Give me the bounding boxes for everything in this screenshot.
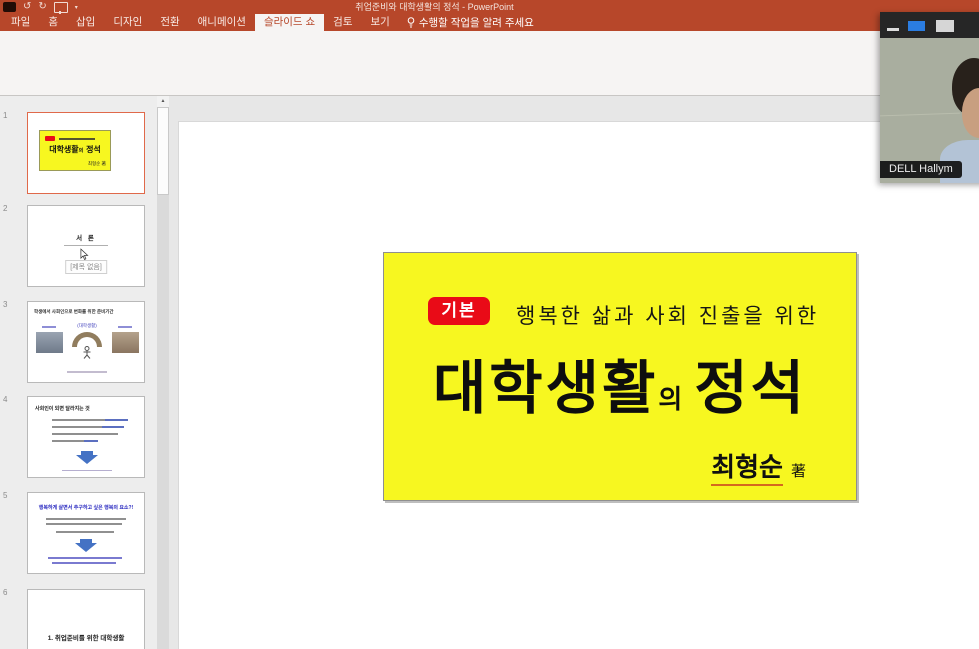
slide-thumbnail-6[interactable]: 1. 취업준비를 위한 대학생활 [27,589,145,649]
slide-title-particle: 의 [658,385,682,415]
slide-title-main: 대학생활 [433,354,658,422]
tell-me-box[interactable]: 수행할 작업을 알려 주세요 [399,14,542,31]
thumb1-title: 대학생활의 정석 [40,144,110,155]
tab-animations[interactable]: 애니메이션 [189,14,255,31]
thumb6-title: 1. 취업준비를 위한 대학생활 [28,632,144,642]
thumb5-blue-text-bar [48,557,122,559]
slide-author: 최형순 著 [711,447,806,484]
author-suffix: 著 [791,462,806,480]
basic-badge: 기본 [428,297,490,325]
slide-number: 5 [3,491,7,500]
tell-me-label: 수행할 작업을 알려 주세요 [419,15,534,30]
thumbnail-scrollbar[interactable]: ▲ [157,95,169,649]
slide-subtitle: 행복한 삶과 사회 진출을 위한 [516,300,819,330]
slide-number: 2 [3,204,7,213]
slide-number: 3 [3,300,7,309]
thumb3-left-label-bar [42,326,56,328]
thumb4-text-bar [52,419,128,421]
slide-thumbnail-5[interactable]: 행복하게 살면서 추구하고 싶은 행복의 요소?! [27,492,145,574]
tab-slideshow[interactable]: 슬라이드 쇼 [255,14,324,31]
thumb4-title: 사회인이 되면 달라지는 것 [35,405,90,412]
thumb4-caption-bar [62,470,112,472]
participant-name-label: DELL Hallym [880,161,962,178]
thumb1-yellow-box: 대학생활의 정석 최형순 著 [39,130,111,171]
thumb4-text-bar [52,433,118,435]
tab-design[interactable]: 디자인 [104,14,151,31]
wall-line [880,113,960,117]
thumb5-title: 행복하게 살면서 추구하고 싶은 행복의 요소?! [28,504,144,511]
thumb3-caption-bar [67,371,107,373]
thumb4-down-arrow [76,455,98,464]
tab-home[interactable]: 홈 [39,14,67,31]
author-name: 최형순 [711,453,783,486]
webcam-video-feed: DELL Hallym [880,38,979,183]
thumb3-photo-left [36,332,63,353]
tab-transitions[interactable]: 전환 [151,14,188,31]
thumb5-text-bar [46,523,122,525]
tab-file[interactable]: 파일 [2,14,39,31]
thumb3-photo-right [112,332,139,353]
thumb3-arch-graphic [72,332,102,347]
slide-number: 4 [3,395,7,404]
thumb5-text-bar [46,518,126,520]
thumb1-author: 최형순 著 [88,161,106,167]
slide-number: 1 [3,111,7,120]
thumb5-text-bar [56,531,114,533]
tab-review[interactable]: 검토 [324,14,361,31]
thumb5-down-arrow [75,543,97,552]
webcam-maximize-icon[interactable] [936,20,954,32]
window-title: 취업준비와 대학생활의 정석 - PowerPoint [0,0,869,14]
thumb5-blue-text-bar [52,562,116,564]
slide-number: 6 [3,588,7,597]
thumb3-stick-figure [82,346,92,364]
ribbon [0,31,979,96]
thumb1-subtitle-bar [59,138,95,140]
thumb4-text-bar [52,440,98,442]
scrollbar-up-arrow[interactable]: ▲ [157,95,169,107]
scrollbar-thumb[interactable] [157,107,169,195]
thumb3-center-label: (대학생활) [66,323,108,329]
thumb2-text-bar [64,245,108,246]
webcam-window[interactable]: DELL Hallym [880,12,979,183]
thumb3-title: 학생에서 사회인으로 변화를 위한 준비기간 [34,309,140,315]
thumb1-badge [45,136,55,141]
thumb4-text-bar [52,426,124,428]
slide-title: 대학생활의 정석 [384,341,856,425]
thumb2-title: 서 론 [28,232,144,242]
thumb3-right-label-bar [118,326,132,328]
slide-thumbnail-3[interactable]: 학생에서 사회인으로 변화를 위한 준비기간 (대학생활) [27,301,145,383]
title-slide-yellow-box[interactable]: 기본 행복한 삶과 사회 진출을 위한 대학생활의 정석 최형순 著 [383,252,857,501]
slide-thumbnail-1[interactable]: 대학생활의 정석 최형순 著 [27,112,145,194]
webcam-titlebar [880,12,979,38]
tab-view[interactable]: 보기 [362,14,399,31]
webcam-restore-icon[interactable] [908,21,925,31]
thumb2-title-placeholder: [제목 없음] [65,260,107,274]
lightbulb-icon [407,17,415,28]
ribbon-tab-row: 파일 홈 삽입 디자인 전환 애니메이션 슬라이드 쇼 검토 보기 수행할 작업… [0,14,979,31]
tab-insert[interactable]: 삽입 [67,14,104,31]
slide-thumbnail-2[interactable]: 서 론 [제목 없음] [27,205,145,287]
webcam-minimize-icon[interactable] [887,28,899,31]
slide-thumbnail-4[interactable]: 사회인이 되면 달라지는 것 [27,396,145,478]
window-titlebar: ↺ ↻ ▾ 취업준비와 대학생활의 정석 - PowerPoint [0,0,979,14]
slide-title-tail: 정석 [694,354,807,422]
